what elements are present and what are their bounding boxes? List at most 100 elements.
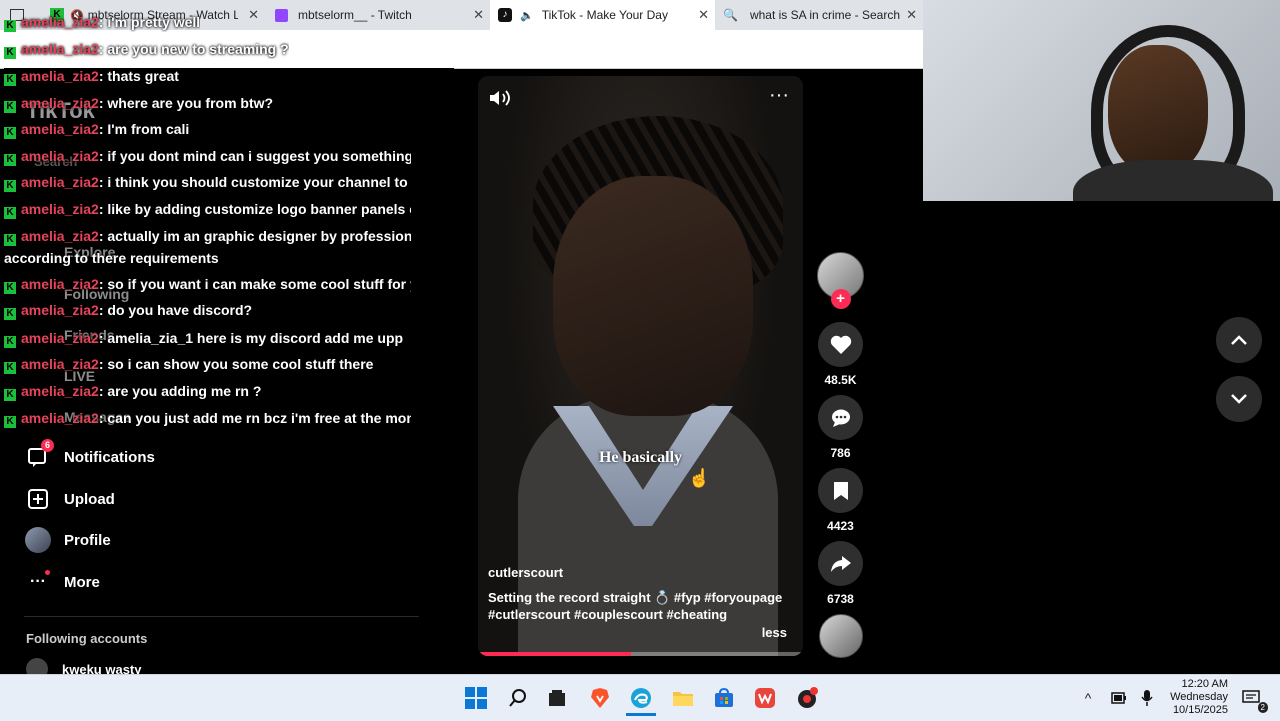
chat-username: amelia_zia2 (21, 276, 99, 292)
follow-plus-icon[interactable]: + (830, 289, 851, 309)
battery-icon[interactable] (1104, 683, 1134, 713)
chat-text: according to there requirements (4, 250, 219, 266)
video-author[interactable]: cutlerscourt (488, 565, 563, 580)
chat-username: amelia_zia2 (21, 330, 99, 346)
microsoft-store-icon[interactable] (709, 683, 739, 713)
previous-video-button[interactable] (1216, 317, 1262, 363)
chat-username: amelia_zia2 (21, 148, 99, 164)
chat-username: amelia_zia2 (21, 68, 99, 84)
close-icon[interactable]: ✕ (906, 7, 917, 23)
sidebar-item-more[interactable]: ··· More (24, 570, 100, 594)
chevron-up-icon (1231, 335, 1247, 345)
save-button[interactable]: 4423 (818, 468, 863, 533)
sidebar-item-notifications[interactable]: 6 Notifications (24, 439, 155, 469)
like-button[interactable]: 48.5K (818, 322, 863, 387)
volume-icon[interactable] (488, 88, 512, 113)
chat-text: : do you have discord? (98, 302, 253, 318)
chat-username: amelia_zia2 (21, 95, 99, 111)
search-icon[interactable] (503, 683, 533, 713)
clock-day: Wednesday (1170, 691, 1228, 703)
close-icon[interactable]: ✕ (473, 7, 484, 23)
share-icon (818, 541, 863, 586)
twitch-icon (275, 8, 288, 22)
comment-button[interactable]: 786 (818, 395, 863, 460)
chat-text: : I'm from cali (98, 121, 190, 137)
chat-message: Kamelia_zia2: so if you want i can make … (4, 276, 411, 294)
kick-icon: K (4, 336, 16, 348)
task-view-icon[interactable] (542, 683, 572, 713)
chat-text: : i'm pretty well (98, 14, 201, 30)
chat-text: : if you dont mind can i suggest you som… (98, 148, 411, 164)
video-progress-fill (478, 652, 631, 656)
chat-text: : i think you should customize your chan… (98, 174, 411, 190)
creator-avatar[interactable]: + (817, 252, 864, 309)
tab-label: mbtselorm__ - Twitch (298, 8, 412, 22)
chat-message: Kamelia_zia2: like by adding customize l… (4, 201, 411, 219)
chat-message: Kamelia_zia2: thats great (4, 68, 179, 86)
chat-text: : can you just add me rn bcz i'm free at… (98, 410, 411, 426)
sidebar-item-profile[interactable]: Profile (24, 527, 111, 553)
clock-date: 10/15/2025 (1172, 704, 1228, 716)
chat-text: : amelia_zia_1 here is my discord add me… (98, 330, 404, 346)
search-icon: 🔍 (723, 8, 738, 22)
upload-icon (24, 487, 52, 511)
chat-message: Kamelia_zia2: if you dont mind can i sug… (4, 148, 411, 166)
like-count: 48.5K (824, 373, 857, 387)
kick-icon: K (4, 362, 16, 374)
kick-icon: K (4, 234, 16, 246)
more-options-icon[interactable]: ··· (769, 85, 789, 105)
video-caption: He basically (598, 449, 683, 466)
notification-center-icon[interactable]: 2 (1236, 683, 1268, 713)
profile-avatar (24, 527, 52, 553)
chat-message: Kamelia_zia2: where are you from btw? (4, 95, 273, 113)
kick-icon: K (4, 101, 16, 113)
kick-icon: K (4, 308, 16, 320)
share-button[interactable]: 6738 (818, 541, 863, 606)
show-hidden-icons-chevron-up-icon[interactable]: ^ (1073, 683, 1103, 713)
notifications-icon: 6 (24, 439, 54, 469)
brave-browser-icon[interactable] (585, 683, 615, 713)
app-icon-with-badge[interactable] (792, 683, 822, 713)
tab-bing-search[interactable]: 🔍 what is SA in crime - Search ✕ (715, 0, 923, 30)
kick-icon: K (4, 154, 16, 166)
tab-tiktok[interactable]: ♪ 🔈 TikTok - Make Your Day ✕ (490, 0, 715, 30)
edge-browser-icon[interactable] (626, 683, 656, 716)
chat-username: amelia_zia2 (21, 41, 99, 57)
next-video-button[interactable] (1216, 376, 1262, 422)
sidebar-item-upload[interactable]: Upload (24, 487, 115, 511)
cursor-icon: ☝ (688, 468, 711, 488)
wps-office-icon[interactable] (750, 683, 780, 713)
music-disc-avatar (818, 614, 863, 658)
comment-icon (818, 395, 863, 440)
music-disc[interactable] (818, 614, 863, 658)
video-player[interactable]: ··· He basically ☝ cutlerscourt Setting … (478, 76, 803, 656)
chat-message: Kamelia_zia2: are you adding me rn ? (4, 383, 261, 401)
file-explorer-icon[interactable] (668, 683, 698, 713)
system-clock[interactable]: 12:20 AM Wednesday 10/15/2025 (1170, 678, 1228, 717)
close-icon[interactable]: ✕ (248, 7, 259, 23)
more-icon: ··· (24, 570, 52, 594)
kick-icon: K (4, 127, 16, 139)
following-accounts-header: Following accounts (26, 631, 148, 646)
kick-icon: K (4, 180, 16, 192)
tab-label: what is SA in crime - Search (749, 8, 901, 22)
clock-time: 12:20 AM (1181, 678, 1228, 690)
microphone-icon[interactable] (1132, 683, 1162, 713)
kick-icon: K (4, 74, 16, 86)
sidebar-item-label: More (64, 573, 100, 591)
chat-text: : are you adding me rn ? (98, 383, 262, 399)
chat-username: amelia_zia2 (21, 356, 99, 372)
chat-username: amelia_zia2 (21, 14, 99, 30)
kick-icon: K (4, 207, 16, 219)
tab-twitch[interactable]: mbtselorm__ - Twitch ✕ (265, 0, 490, 30)
chat-message: Kamelia_zia2: do you have discord? (4, 302, 252, 320)
chat-message: Kamelia_zia2: actually im an graphic des… (4, 228, 411, 246)
chat-text: : thats great (98, 68, 179, 84)
less-button[interactable]: less (762, 625, 787, 640)
notification-count-badge: 2 (1257, 702, 1268, 713)
video-progress-bar[interactable] (478, 652, 803, 656)
close-icon[interactable]: ✕ (698, 7, 709, 23)
chat-username: amelia_zia2 (21, 201, 99, 217)
chat-message: Kamelia_zia2: so i can show you some coo… (4, 356, 373, 374)
start-windows-icon[interactable] (461, 683, 491, 713)
